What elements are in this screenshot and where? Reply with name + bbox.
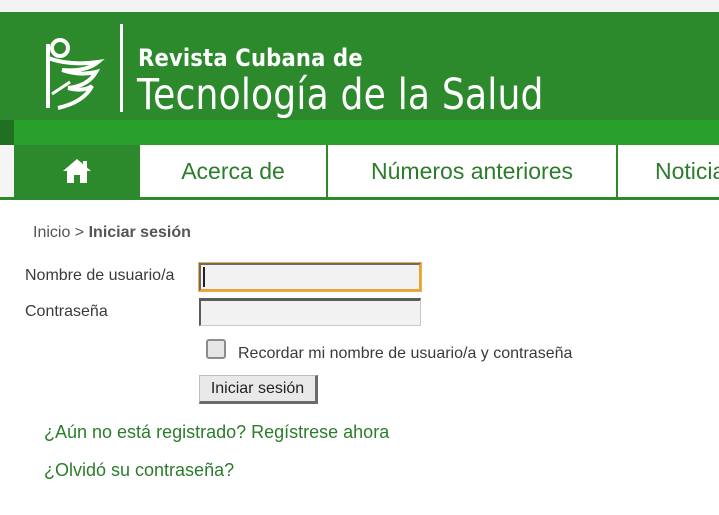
nav-left-edge [0, 145, 14, 200]
journal-title-line1[interactable]: Revista Cubana de [138, 44, 363, 72]
nav-top-bar [14, 120, 719, 145]
journal-logo-icon[interactable] [40, 34, 106, 116]
nav-item-archives[interactable]: Números anteriores [328, 145, 618, 197]
nav-item-news[interactable]: Noticias [618, 145, 719, 197]
remember-label[interactable]: Recordar mi nombre de usuario/a y contra… [238, 345, 572, 363]
login-submit-button[interactable]: Iniciar sesión [199, 375, 318, 404]
password-label: Contraseña [25, 303, 108, 320]
username-label: Nombre de usuario/a [25, 267, 175, 284]
logo-divider [120, 24, 123, 112]
journal-title-line2[interactable]: Tecnología de la Salud [137, 70, 544, 120]
breadcrumb: Inicio > Iniciar sesión [33, 224, 191, 242]
breadcrumb-separator: > [70, 224, 89, 241]
nav-bar-edge [0, 120, 14, 145]
breadcrumb-home-link[interactable]: Inicio [33, 224, 70, 241]
main-nav: Acerca de Números anteriores Noticias [14, 145, 719, 200]
nav-home[interactable] [14, 145, 140, 197]
breadcrumb-current: Iniciar sesión [88, 224, 191, 241]
username-input[interactable] [199, 263, 421, 291]
forgot-password-link[interactable]: ¿Olvidó su contraseña? [44, 460, 234, 481]
nav-item-about[interactable]: Acerca de [140, 145, 328, 197]
text-caret [203, 267, 205, 287]
nav-item-news-label: Noticias [655, 157, 719, 184]
nav-item-about-label: Acerca de [181, 157, 285, 184]
nav-item-archives-label: Números anteriores [371, 157, 573, 184]
home-icon [63, 159, 91, 183]
remember-checkbox[interactable] [206, 339, 226, 359]
password-input[interactable] [199, 298, 421, 326]
site-banner: Revista Cubana de Tecnología de la Salud [0, 12, 719, 120]
top-strip [0, 0, 719, 12]
register-link[interactable]: ¿Aún no está registrado? Regístrese ahor… [44, 422, 389, 443]
